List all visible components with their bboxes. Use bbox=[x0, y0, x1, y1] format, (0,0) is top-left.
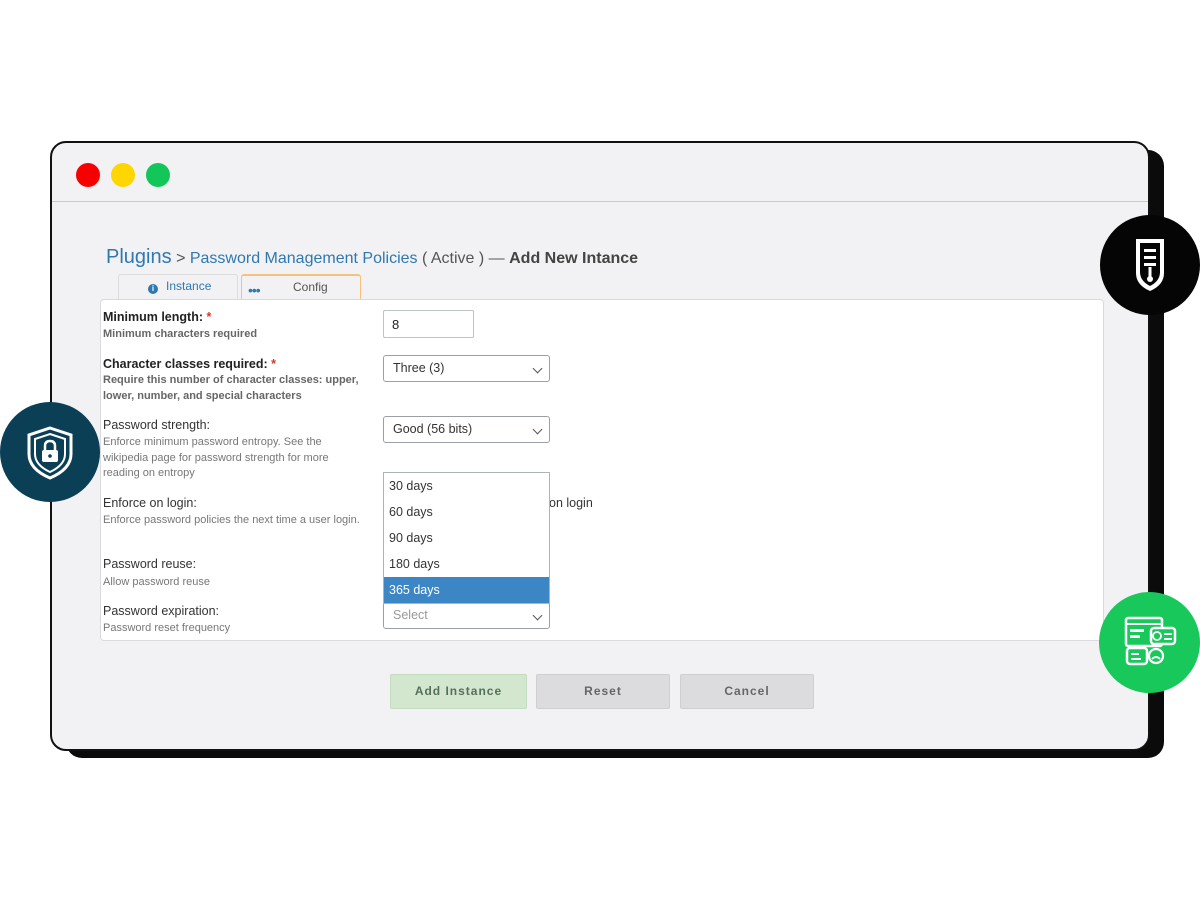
enforce-login-option-text[interactable]: on login bbox=[549, 496, 593, 510]
expiration-placeholder: Select bbox=[393, 608, 428, 622]
char-classes-value: Three (3) bbox=[393, 361, 445, 375]
add-instance-button[interactable]: Add Instance bbox=[390, 674, 527, 709]
strength-label: Password strength: bbox=[103, 418, 210, 432]
strength-help: Enforce minimum password entropy. See th… bbox=[103, 436, 329, 479]
config-form-panel: Minimum length: * Minimum characters req… bbox=[100, 299, 1104, 641]
required-mark: * bbox=[271, 357, 277, 371]
breadcrumb-status: ( Active ) bbox=[421, 250, 485, 267]
enforce-login-help: Enforce password policies the next time … bbox=[103, 514, 360, 526]
strength-select[interactable]: Good (56 bits) bbox=[383, 416, 550, 443]
close-window-button[interactable] bbox=[76, 163, 100, 187]
expiration-option-selected[interactable]: 365 days bbox=[384, 577, 549, 603]
expiration-option[interactable]: 180 days bbox=[384, 551, 549, 577]
policy-document-badge bbox=[1100, 215, 1200, 315]
expiration-option[interactable]: 60 days bbox=[384, 499, 549, 525]
maximize-window-button[interactable] bbox=[146, 163, 170, 187]
shield-lock-badge bbox=[0, 402, 100, 502]
policy-document-icon bbox=[1136, 239, 1164, 291]
expiration-label: Password expiration: bbox=[103, 604, 220, 618]
app-window: Plugins > Password Management Policies (… bbox=[50, 141, 1150, 751]
breadcrumb: Plugins > Password Management Policies (… bbox=[106, 246, 638, 269]
min-length-label-text: Minimum length: bbox=[103, 310, 203, 324]
shield-lock-icon bbox=[27, 426, 73, 480]
info-icon: i bbox=[148, 284, 158, 294]
minimize-window-button[interactable] bbox=[111, 163, 135, 187]
breadcrumb-dash: — bbox=[488, 250, 505, 267]
feedback-chat-badge bbox=[1099, 592, 1200, 693]
char-classes-select[interactable]: Three (3) bbox=[383, 355, 550, 382]
min-length-help: Minimum characters required bbox=[103, 328, 258, 340]
reuse-help: Allow password reuse bbox=[103, 576, 210, 588]
breadcrumb-plugin-link[interactable]: Password Management Policies bbox=[190, 250, 418, 267]
chevron-down-icon bbox=[532, 363, 543, 374]
expiration-help: Password reset frequency bbox=[103, 622, 231, 634]
expiration-option[interactable]: 30 days bbox=[384, 473, 549, 499]
window-titlebar bbox=[52, 143, 1148, 202]
reset-button[interactable]: Reset bbox=[536, 674, 670, 709]
required-mark: * bbox=[206, 310, 212, 324]
expiration-dropdown-list: 30 days 60 days 90 days 180 days 365 day… bbox=[383, 472, 550, 604]
min-length-input[interactable]: 8 bbox=[383, 310, 474, 338]
feedback-chat-icon bbox=[1124, 616, 1177, 666]
breadcrumb-plugins-link[interactable]: Plugins bbox=[106, 246, 172, 268]
min-length-label: Minimum length: * bbox=[103, 310, 211, 324]
expiration-select[interactable]: Select bbox=[383, 602, 550, 629]
char-classes-label-text: Character classes required: bbox=[103, 357, 268, 371]
breadcrumb-separator: > bbox=[176, 250, 186, 267]
chevron-down-icon bbox=[532, 610, 543, 621]
chevron-down-icon bbox=[532, 424, 543, 435]
char-classes-label: Character classes required: * bbox=[103, 357, 276, 371]
more-dots-icon: ••• bbox=[248, 282, 261, 298]
cancel-button[interactable]: Cancel bbox=[680, 674, 814, 709]
tab-instance[interactable]: i Instance bbox=[118, 274, 238, 299]
reuse-label: Password reuse: bbox=[103, 557, 197, 571]
tab-config[interactable]: ••• Config bbox=[241, 274, 361, 300]
char-classes-help: Require this number of character classes… bbox=[103, 374, 359, 402]
tab-instance-label: Instance bbox=[166, 279, 212, 293]
page-title: Add New Intance bbox=[509, 250, 639, 267]
enforce-login-label: Enforce on login: bbox=[103, 496, 197, 510]
tab-config-label: Config bbox=[293, 280, 328, 294]
expiration-option[interactable]: 90 days bbox=[384, 525, 549, 551]
strength-value: Good (56 bits) bbox=[393, 422, 473, 436]
